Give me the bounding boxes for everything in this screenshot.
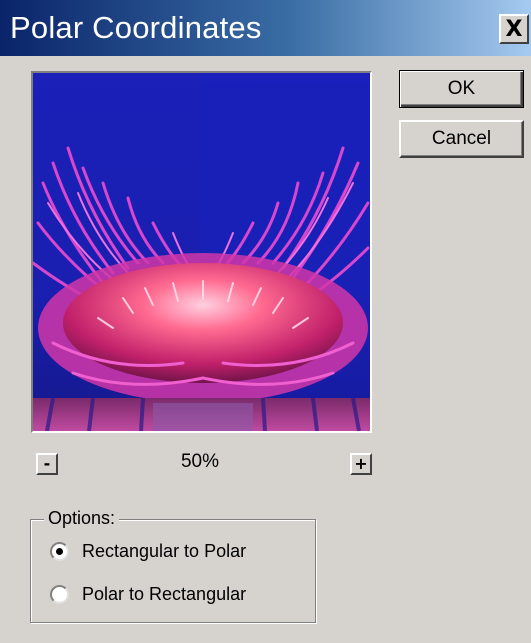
close-icon: X bbox=[505, 16, 523, 42]
radio-button-selected[interactable] bbox=[50, 542, 69, 561]
radio-rectangular-to-polar[interactable]: Rectangular to Polar bbox=[50, 541, 246, 562]
radio-polar-to-rectangular[interactable]: Polar to Rectangular bbox=[50, 584, 246, 605]
dialog-title: Polar Coordinates bbox=[10, 10, 262, 45]
zoom-out-button[interactable]: - bbox=[36, 453, 58, 475]
options-groupbox bbox=[30, 519, 316, 623]
options-group-label: Options: bbox=[44, 508, 120, 529]
polar-coordinates-dialog: Polar Coordinates X OK Cancel - 50% + Op… bbox=[0, 0, 531, 643]
zoom-in-button[interactable]: + bbox=[350, 453, 372, 475]
radio-button[interactable] bbox=[50, 585, 69, 604]
close-button[interactable]: X bbox=[499, 14, 529, 44]
title-bar[interactable]: Polar Coordinates X bbox=[0, 0, 531, 56]
zoom-level: 50% bbox=[180, 451, 220, 472]
radio-label[interactable]: Rectangular to Polar bbox=[82, 541, 246, 562]
ok-button[interactable]: OK bbox=[399, 70, 524, 108]
polar-preview-graphic bbox=[33, 73, 370, 431]
preview-image[interactable] bbox=[31, 71, 372, 433]
minus-icon: - bbox=[43, 454, 51, 473]
cancel-button[interactable]: Cancel bbox=[399, 120, 524, 158]
plus-icon: + bbox=[354, 454, 368, 473]
radio-label[interactable]: Polar to Rectangular bbox=[82, 584, 246, 605]
